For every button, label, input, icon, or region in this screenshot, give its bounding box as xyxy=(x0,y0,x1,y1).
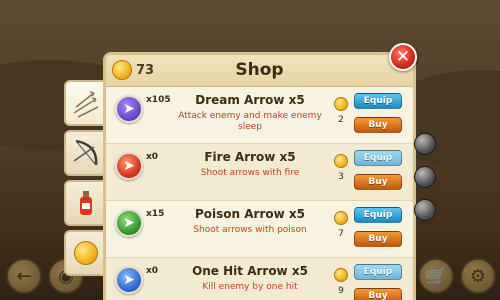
coin-icon xyxy=(334,268,348,282)
item-price: 9 xyxy=(338,286,344,296)
cart-button[interactable]: 🛒 xyxy=(418,258,454,294)
tab-bows[interactable] xyxy=(64,130,106,176)
shop-panel: 73 Shop ➤ x105 Dream Arrow x5 Attack ene… xyxy=(103,52,416,300)
list-item: ➤ x0 Fire Arrow x5 Shoot arrows with fir… xyxy=(106,144,413,201)
list-item: ➤ x0 One Hit Arrow x5 Kill enemy by one … xyxy=(106,258,413,300)
list-item: ➤ x15 Poison Arrow x5 Shoot arrows with … xyxy=(106,201,413,258)
scroll-indicator[interactable] xyxy=(414,166,436,188)
back-icon: ← xyxy=(16,265,32,287)
item-quantity: x0 xyxy=(146,152,159,162)
arrows-icon xyxy=(73,91,99,118)
item-list: ➤ x105 Dream Arrow x5 Attack enemy and m… xyxy=(106,87,413,300)
item-name: Fire Arrow x5 xyxy=(204,150,296,164)
item-description: Kill enemy by one hit xyxy=(202,282,298,292)
cart-icon: 🛒 xyxy=(424,265,448,287)
equip-button[interactable]: Equip xyxy=(354,207,402,223)
bow-icon xyxy=(73,139,98,166)
shop-header: 73 Shop xyxy=(106,55,413,87)
coin-icon xyxy=(74,241,98,265)
item-description: Attack enemy and make enemy sleep xyxy=(178,111,322,132)
back-button[interactable]: ← xyxy=(6,258,42,294)
item-name: Dream Arrow x5 xyxy=(195,93,305,107)
coin-icon xyxy=(334,154,348,168)
close-button[interactable]: ✕ xyxy=(389,43,417,71)
settings-button[interactable]: ⚙ xyxy=(460,258,496,294)
item-quantity: x0 xyxy=(146,266,159,276)
buy-button[interactable]: Buy xyxy=(354,174,402,190)
fire-arrow-icon: ➤ xyxy=(115,152,143,180)
buy-button[interactable]: Buy xyxy=(354,288,402,300)
one-hit-arrow-icon: ➤ xyxy=(115,266,143,294)
settings-icon: ⚙ xyxy=(469,265,487,287)
equip-button[interactable]: Equip xyxy=(354,93,402,109)
scroll-indicator[interactable] xyxy=(414,199,436,221)
coin-icon xyxy=(334,97,348,111)
close-icon: ✕ xyxy=(395,47,411,67)
item-price: 3 xyxy=(338,172,344,182)
potion-icon xyxy=(80,191,92,215)
item-price: 2 xyxy=(338,115,344,125)
item-description: Shoot arrows with poison xyxy=(193,225,307,235)
tab-potions[interactable] xyxy=(64,180,106,226)
item-name: Poison Arrow x5 xyxy=(195,207,305,221)
equip-button[interactable]: Equip xyxy=(354,264,402,280)
scroll-indicator[interactable] xyxy=(414,133,436,155)
tab-coins[interactable] xyxy=(64,230,106,276)
dream-arrow-icon: ➤ xyxy=(115,95,143,123)
item-quantity: x105 xyxy=(146,95,171,105)
coin-icon xyxy=(334,211,348,225)
item-price: 7 xyxy=(338,229,344,239)
poison-arrow-icon: ➤ xyxy=(115,209,143,237)
item-name: One Hit Arrow x5 xyxy=(192,264,308,278)
list-item: ➤ x105 Dream Arrow x5 Attack enemy and m… xyxy=(106,87,413,144)
equip-button[interactable]: Equip xyxy=(354,150,402,166)
buy-button[interactable]: Buy xyxy=(354,117,402,133)
tab-arrows[interactable] xyxy=(64,80,106,126)
shop-title: Shop xyxy=(235,60,284,80)
buy-button[interactable]: Buy xyxy=(354,231,402,247)
item-quantity: x15 xyxy=(146,209,165,219)
item-description: Shoot arrows with fire xyxy=(200,168,300,178)
